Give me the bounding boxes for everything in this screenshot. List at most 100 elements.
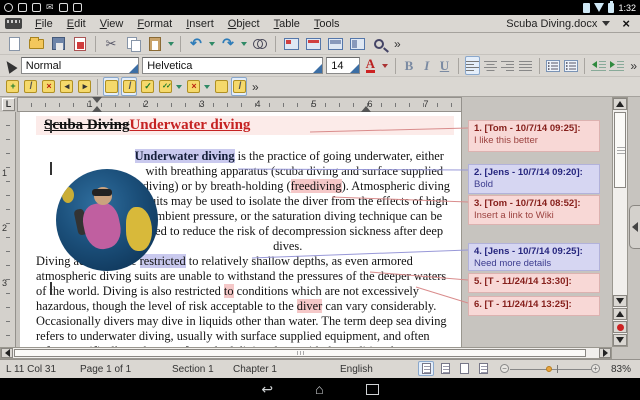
font-size-combo[interactable]: 14 <box>326 57 360 74</box>
zoom-level[interactable]: 83% <box>611 364 631 375</box>
zoom-two-pages-button[interactable] <box>347 34 367 53</box>
vertical-scrollbar-thumb[interactable] <box>614 112 626 188</box>
scroll-left-button[interactable] <box>1 348 13 358</box>
vertical-scrollbar[interactable] <box>612 97 628 347</box>
comment-anchor-diver[interactable]: diver <box>297 299 322 313</box>
edit-comment-button[interactable] <box>22 77 38 96</box>
previous-comment-button[interactable] <box>58 77 74 96</box>
menu-file[interactable]: File <box>28 18 60 30</box>
document-title[interactable]: Scuba Diving.docx <box>506 18 597 30</box>
line-col-indicator[interactable]: L 11 Col 31 <box>6 364 56 375</box>
increase-indent-button[interactable] <box>609 56 624 75</box>
comment-4[interactable]: 4. [Jens - 10/7/14 09:25]: Need more det… <box>468 243 600 271</box>
close-document-button[interactable]: × <box>622 16 630 31</box>
menu-object[interactable]: Object <box>221 18 267 30</box>
paste-button[interactable] <box>145 34 165 53</box>
align-center-button[interactable] <box>483 56 498 75</box>
comment-anchor-underwater-diving[interactable]: Underwater diving <box>135 149 235 163</box>
manage-changes-button[interactable] <box>231 77 247 96</box>
save-button[interactable] <box>48 34 68 53</box>
scuba-diver-image[interactable] <box>56 169 158 271</box>
record-changes-button[interactable] <box>121 77 137 96</box>
toolbar-overflow-button[interactable]: » <box>627 59 640 73</box>
page-indicator[interactable]: Page 1 of 1 <box>80 364 131 375</box>
find-replace-button[interactable] <box>250 34 270 53</box>
next-comment-button[interactable] <box>76 77 92 96</box>
select-pointer-button[interactable] <box>3 56 18 75</box>
menu-table[interactable]: Table <box>267 18 307 30</box>
multi-page-view-button[interactable] <box>437 361 453 376</box>
menu-tools[interactable]: Tools <box>307 18 347 30</box>
comment-5[interactable]: 5. [T - 11/24/14 13:30]: <box>468 273 600 293</box>
deleted-heading-text[interactable]: Scuba Diving <box>44 117 129 133</box>
menu-edit[interactable]: Edit <box>60 18 93 30</box>
zoom-out-icon[interactable]: − <box>500 364 509 373</box>
chapter-indicator[interactable]: Chapter 1 <box>233 364 277 375</box>
keyboard-icon[interactable] <box>5 18 22 29</box>
reject-dropdown-icon[interactable] <box>204 85 210 89</box>
navigation-button[interactable] <box>613 321 627 333</box>
export-pdf-button[interactable] <box>70 34 90 53</box>
zoom-page-width-button[interactable] <box>303 34 323 53</box>
horizontal-ruler[interactable]: 1 2 3 4 5 6 7 <box>17 97 462 112</box>
font-name-combo[interactable]: Helvetica <box>142 57 323 74</box>
comment-anchor-to[interactable]: to <box>224 284 234 298</box>
open-button[interactable] <box>26 34 46 53</box>
paragraph-style-combo[interactable]: Normal <box>21 57 139 74</box>
book-view-button[interactable] <box>456 361 472 376</box>
undo-button[interactable]: ↶ <box>186 34 206 53</box>
zoom-in-icon[interactable]: + <box>591 364 600 373</box>
single-page-view-button[interactable] <box>418 361 434 376</box>
comment-1[interactable]: 1. [Tom - 10/7/14 09:25]: I like this be… <box>468 120 600 152</box>
underline-button[interactable]: U <box>437 56 452 75</box>
next-page-button[interactable] <box>613 334 627 346</box>
toolbar-overflow-button[interactable]: » <box>391 37 404 51</box>
inserted-heading-text[interactable]: Underwater diving <box>129 117 250 133</box>
horizontal-scrollbar[interactable] <box>0 347 612 359</box>
align-left-button[interactable] <box>465 56 480 75</box>
menu-view[interactable]: View <box>93 18 131 30</box>
protect-changes-button[interactable] <box>213 77 229 96</box>
tab-stop-selector[interactable]: L <box>2 98 15 111</box>
comment-6[interactable]: 6. [T - 11/24/14 13:25]: <box>468 296 600 316</box>
justify-button[interactable] <box>518 56 533 75</box>
show-comments-button[interactable] <box>103 77 119 96</box>
web-view-button[interactable] <box>475 361 491 376</box>
zoom-entire-page-button[interactable] <box>325 34 345 53</box>
back-button[interactable]: ↩ <box>261 382 273 396</box>
scroll-right-button[interactable] <box>599 348 611 358</box>
comment-2[interactable]: 2. [Jens - 10/7/14 09:20]: Bold <box>468 164 600 194</box>
comment-anchor-restricted[interactable]: restricted <box>140 254 186 268</box>
zoom-slider[interactable]: − + <box>500 364 600 374</box>
copy-button[interactable] <box>123 34 143 53</box>
cut-button[interactable]: ✂ <box>101 34 121 53</box>
comment-anchor-freediving[interactable]: freediving <box>291 179 342 193</box>
bold-button[interactable]: B <box>402 56 417 75</box>
font-color-dropdown-icon[interactable] <box>382 64 388 68</box>
first-line-indent-marker[interactable] <box>92 97 102 103</box>
accept-all-changes-button[interactable] <box>157 77 173 96</box>
recents-button[interactable] <box>366 384 379 395</box>
sidebar-handle[interactable] <box>629 205 640 249</box>
zoom-slider-handle[interactable] <box>546 366 552 372</box>
new-document-button[interactable] <box>4 34 24 53</box>
comment-3[interactable]: 3. [Tom - 10/7/14 08:52]: Insert a link … <box>468 195 600 225</box>
bullet-list-button[interactable] <box>564 56 579 75</box>
align-right-button[interactable] <box>501 56 516 75</box>
reject-change-button[interactable] <box>185 77 201 96</box>
scroll-up-button[interactable] <box>613 98 627 110</box>
vertical-ruler[interactable]: 1 2 3 <box>0 112 16 347</box>
font-color-button[interactable]: A <box>363 56 378 75</box>
scroll-down-button[interactable] <box>613 295 627 307</box>
zoom-100-button[interactable] <box>281 34 301 53</box>
horizontal-scrollbar-thumb[interactable] <box>14 349 586 357</box>
document-page[interactable]: Scuba DivingUnderwater diving Underwater… <box>20 112 462 347</box>
previous-page-button[interactable] <box>613 308 627 320</box>
delete-comment-button[interactable] <box>40 77 56 96</box>
zoom-button[interactable] <box>369 34 389 53</box>
document-dropdown-icon[interactable] <box>602 21 610 26</box>
language-indicator[interactable]: English <box>340 364 373 375</box>
menu-insert[interactable]: Insert <box>179 18 221 30</box>
toolbar-overflow-button[interactable]: » <box>249 80 262 94</box>
decrease-indent-button[interactable] <box>591 56 606 75</box>
